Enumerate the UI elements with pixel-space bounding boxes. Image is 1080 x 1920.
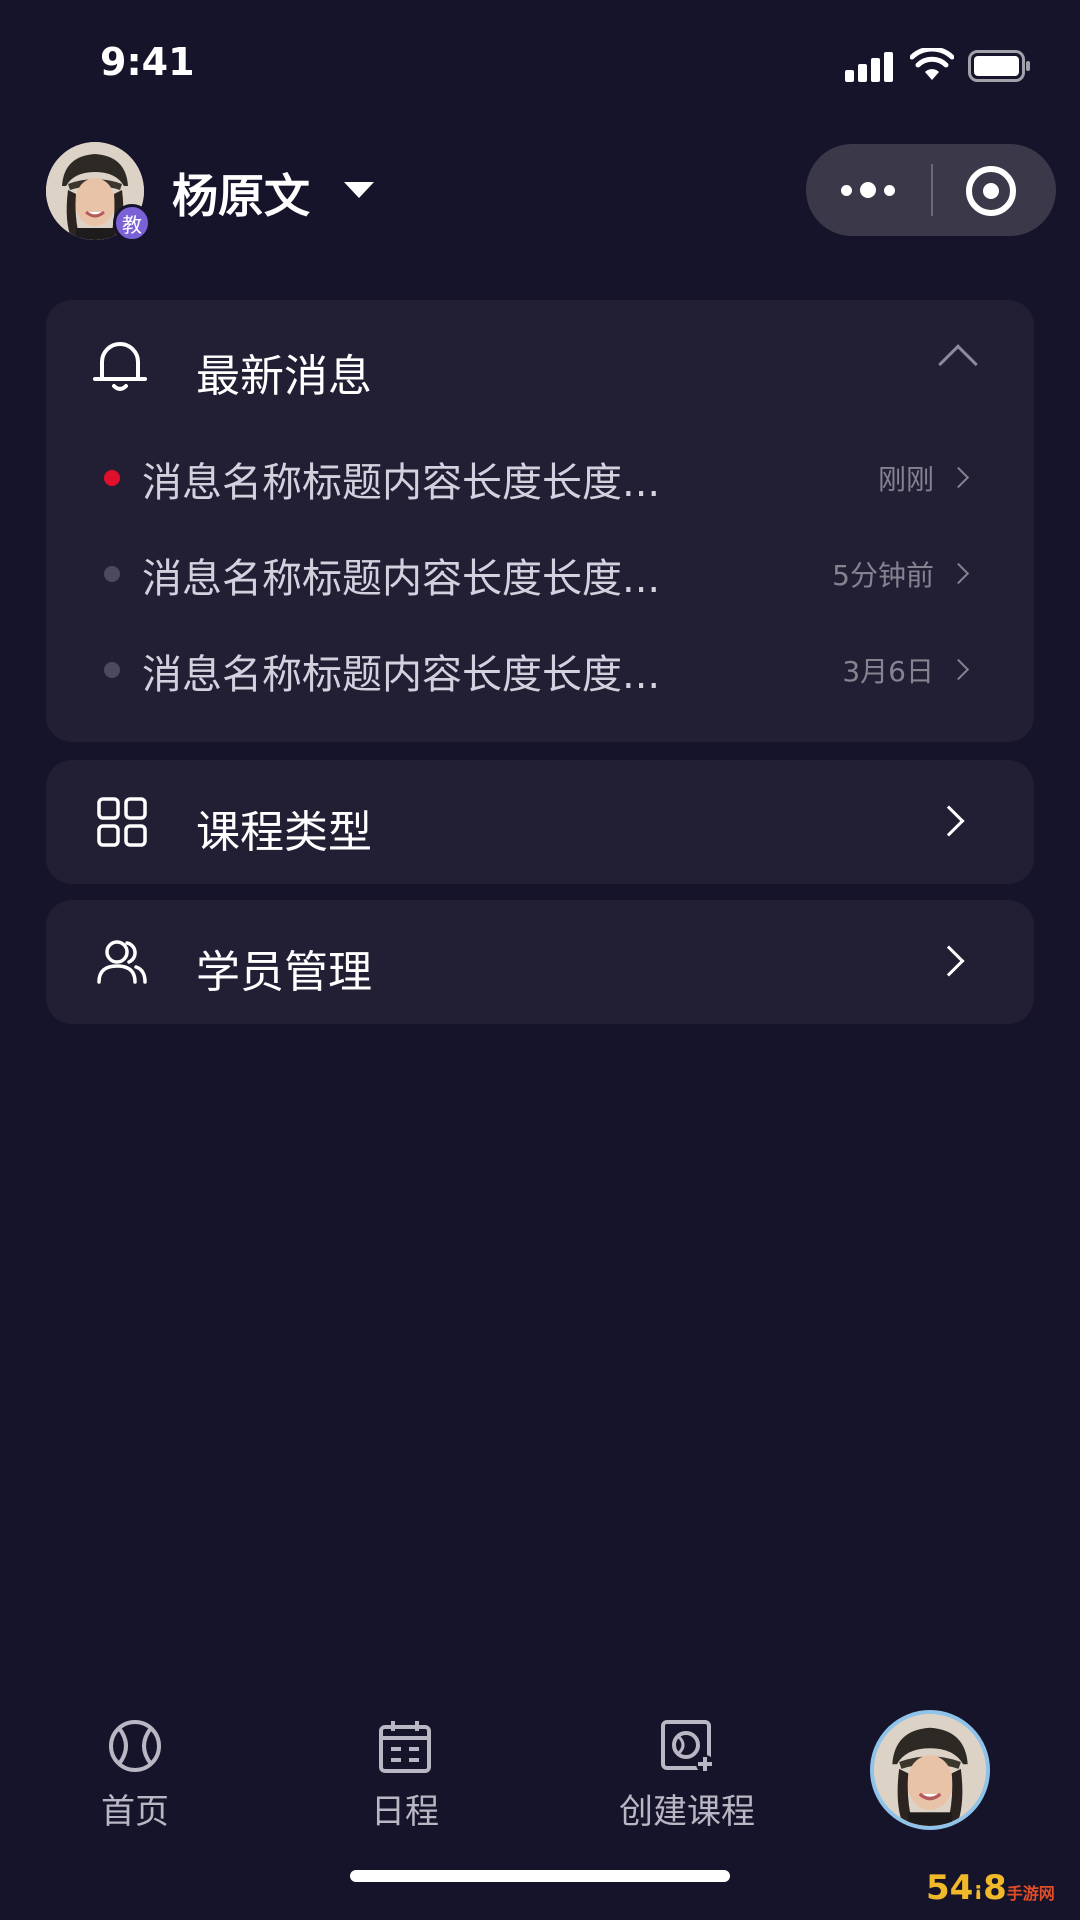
message-time: 3月6日 (842, 655, 934, 688)
miniprogram-capsule (806, 144, 1056, 236)
message-title: 消息名称标题内容长度长度... (142, 556, 661, 602)
status-bar: 9:41 (0, 0, 1080, 130)
message-item[interactable]: 消息名称标题内容长度长度... 3月6日 (46, 634, 1034, 704)
tab-create-course[interactable]: 创建课程 (612, 1718, 762, 1833)
account-switch-caret-icon[interactable] (344, 182, 374, 198)
latest-messages-card: 最新消息 消息名称标题内容长度长度... 刚刚 消息名称标题内容长度长度... … (46, 300, 1034, 742)
status-time: 9:41 (100, 40, 195, 84)
more-dots-icon[interactable] (806, 144, 930, 236)
chevron-right-icon (947, 658, 970, 681)
capsule-divider (931, 164, 933, 216)
course-types-label: 课程类型 (196, 807, 372, 858)
chevron-up-icon[interactable] (938, 344, 978, 384)
message-item[interactable]: 消息名称标题内容长度长度... 刚刚 (46, 442, 1034, 512)
course-types-row[interactable]: 课程类型 (46, 760, 1034, 884)
read-dot (104, 662, 120, 678)
target-circle-icon[interactable] (966, 166, 1016, 216)
chevron-right-icon (947, 562, 970, 585)
bell-icon (93, 342, 147, 391)
chevron-right-icon (933, 945, 965, 977)
chevron-right-icon (947, 466, 970, 489)
tab-schedule-label: 日程 (371, 1792, 439, 1832)
unread-dot (104, 470, 120, 486)
student-management-label: 学员管理 (196, 947, 372, 998)
read-dot (104, 566, 120, 582)
teacher-role-badge: 教 (113, 204, 151, 242)
tab-home[interactable]: 首页 (92, 1718, 178, 1833)
battery-icon (968, 50, 1030, 82)
app-screen: 9:41 教 杨原文 最新消息 消息名称标题内容长度长度... 刚刚 消息名称标… (0, 0, 1080, 1920)
chevron-right-icon (933, 805, 965, 837)
users-icon (97, 940, 147, 984)
message-item[interactable]: 消息名称标题内容长度长度... 5分钟前 (46, 538, 1034, 608)
message-time: 5分钟前 (832, 559, 934, 592)
tab-home-label: 首页 (101, 1792, 169, 1832)
grid-icon (97, 797, 147, 847)
message-time: 刚刚 (877, 463, 934, 496)
wifi-icon (910, 48, 954, 80)
tab-schedule[interactable]: 日程 (362, 1718, 448, 1833)
create-course-icon (661, 1720, 714, 1773)
user-name[interactable]: 杨原文 (172, 160, 310, 226)
cellular-signal-icon (845, 50, 895, 82)
message-title: 消息名称标题内容长度长度... (142, 460, 661, 506)
message-title: 消息名称标题内容长度长度... (142, 652, 661, 698)
latest-messages-title: 最新消息 (196, 351, 372, 402)
watermark-text: 54ꜟ8 (926, 1868, 1007, 1908)
tab-create-course-label: 创建课程 (619, 1792, 755, 1832)
watermark-site: 手游网 (1006, 1884, 1055, 1903)
home-indicator (350, 1870, 730, 1882)
student-management-row[interactable]: 学员管理 (46, 900, 1034, 1024)
tab-profile-avatar[interactable] (870, 1710, 990, 1830)
calendar-icon (379, 1721, 431, 1773)
watermark-logo: 54ꜟ8手游网 (926, 1868, 1055, 1908)
tennis-ball-icon (109, 1720, 161, 1772)
profile-avatar-photo (874, 1714, 986, 1826)
